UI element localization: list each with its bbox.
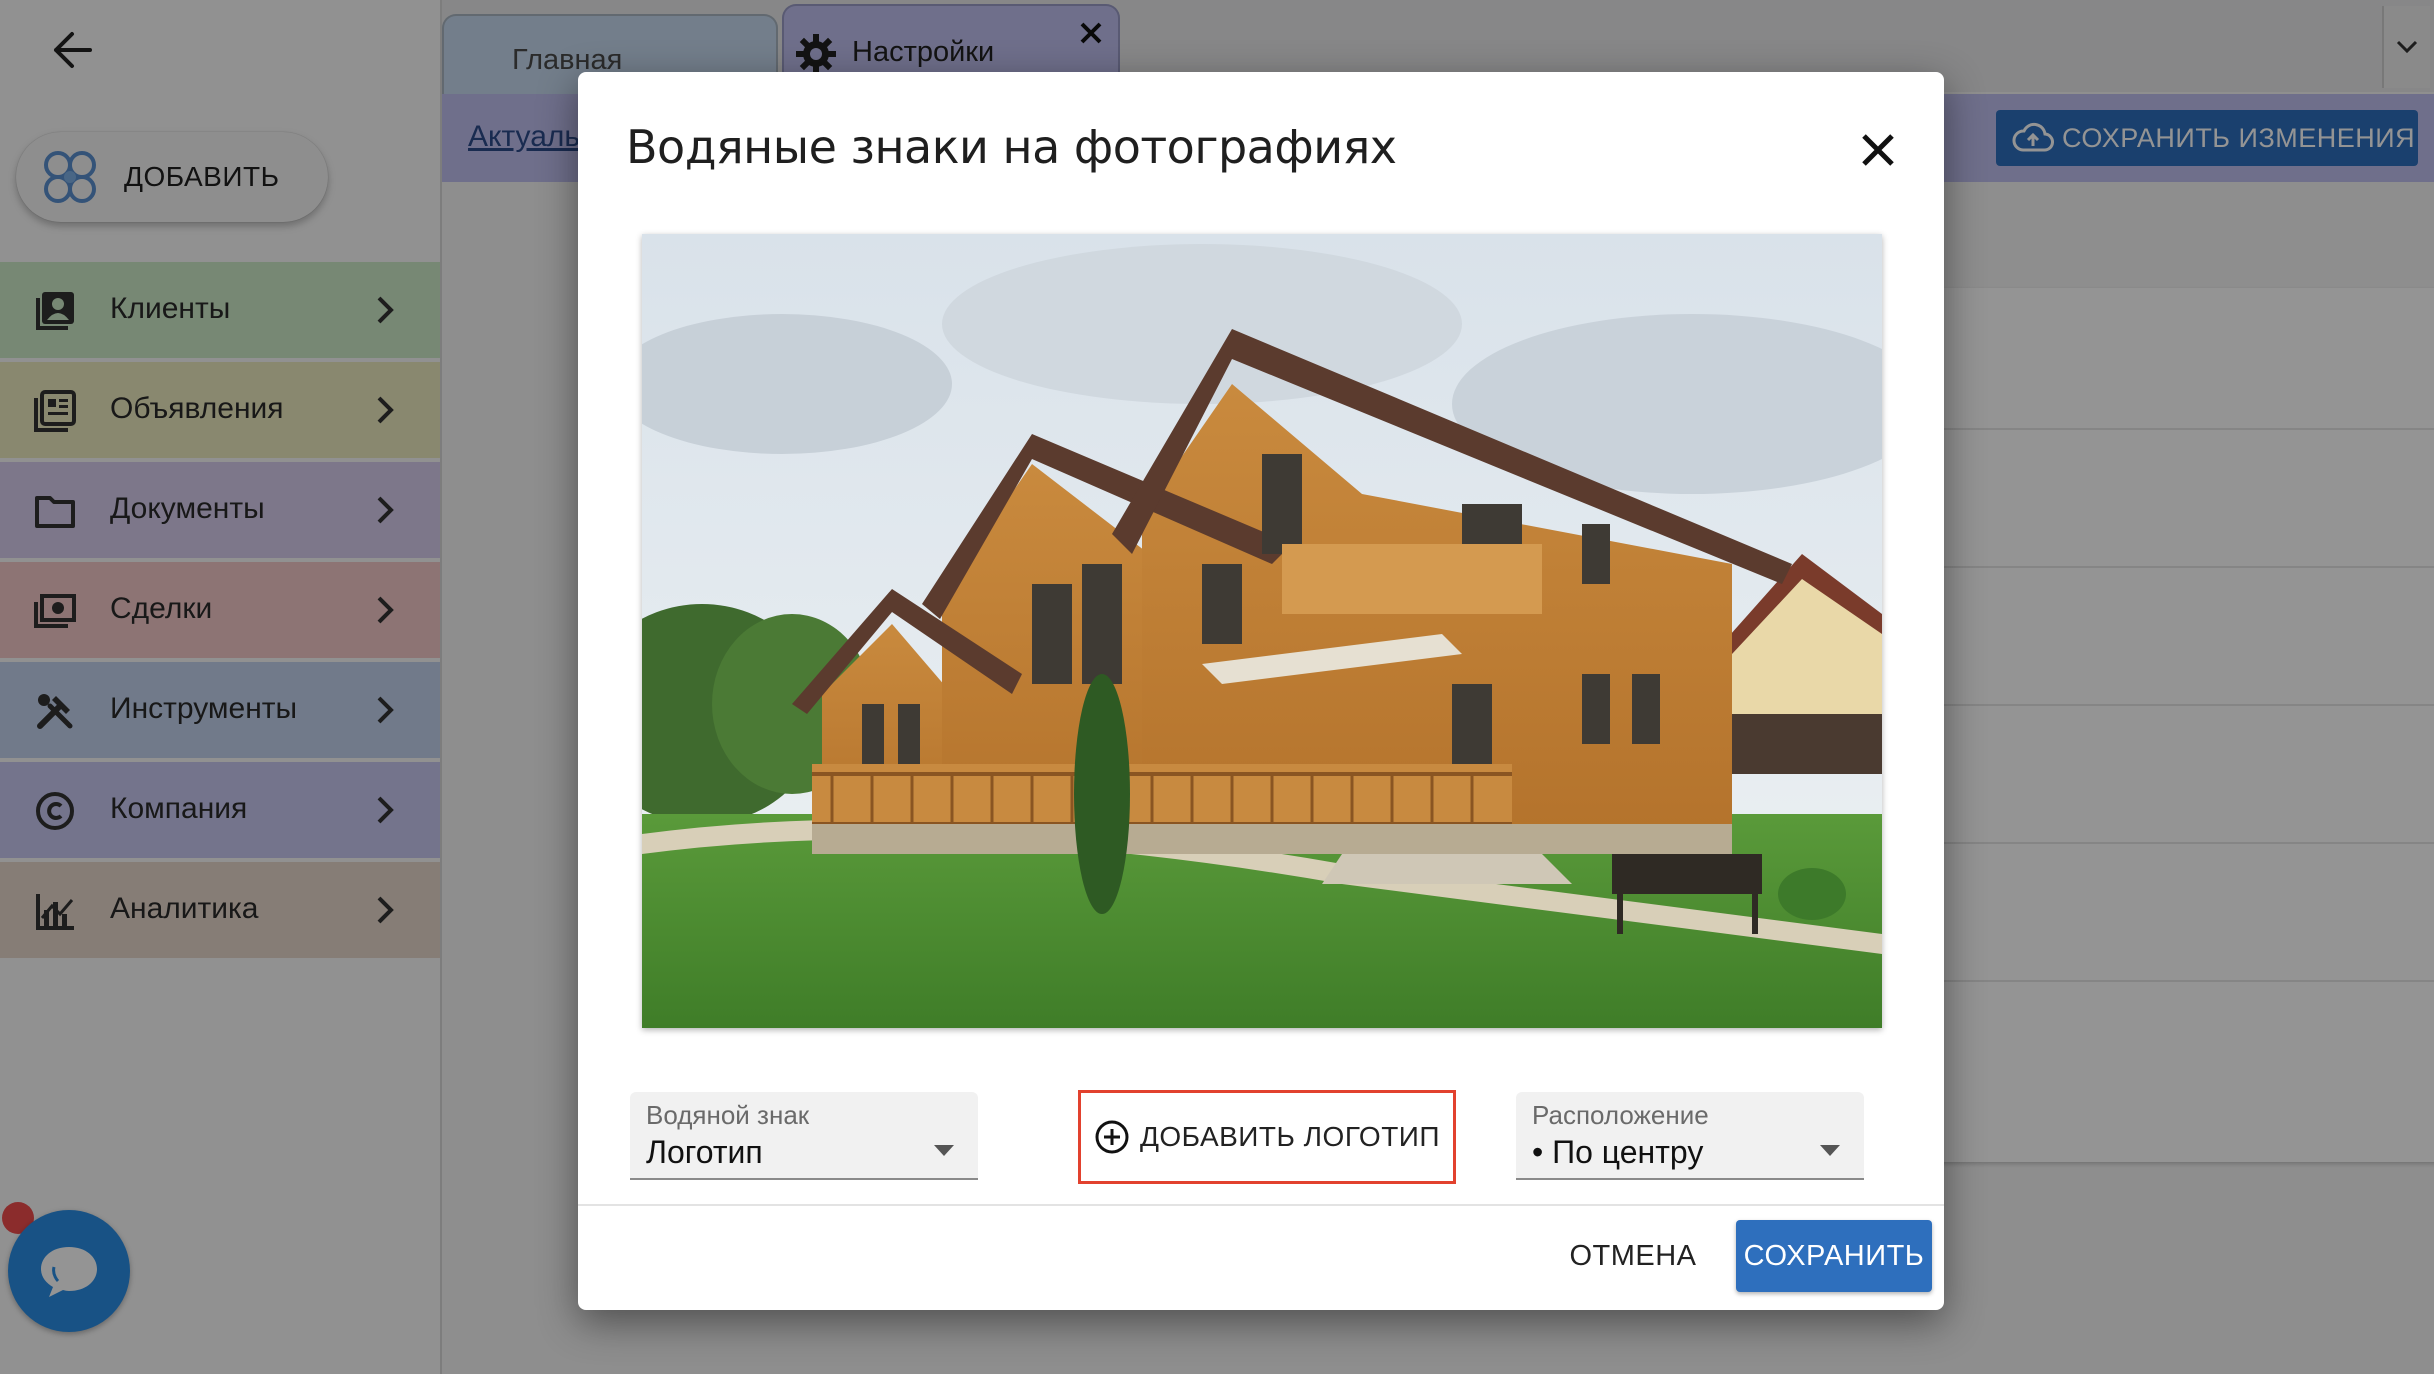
cancel-button[interactable]: ОТМЕНА [1558, 1220, 1708, 1292]
watermark-dialog: Водяные знаки на фотографиях Водяной зна… [578, 72, 1944, 1310]
save-button[interactable]: СОХРАНИТЬ [1736, 1220, 1932, 1292]
dropdown-arrow-icon [934, 1145, 954, 1156]
add-logo-button[interactable]: ДОБАВИТЬ ЛОГОТИП [1078, 1090, 1456, 1184]
watermark-select-label: Водяной знак [646, 1100, 810, 1130]
dialog-title: Водяные знаки на фотографиях [626, 120, 1397, 174]
watermark-select[interactable]: Водяной знак Логотип [630, 1092, 978, 1180]
position-select-value: • По центру [1532, 1134, 1704, 1170]
dialog-divider [578, 1204, 1944, 1206]
preview-photo [642, 234, 1882, 1028]
position-select[interactable]: Расположение • По центру [1516, 1092, 1864, 1180]
position-select-label: Расположение [1532, 1100, 1709, 1130]
dropdown-arrow-icon [1820, 1145, 1840, 1156]
add-circle-icon [1095, 1120, 1129, 1154]
watermark-select-value: Логотип [646, 1134, 763, 1170]
close-icon[interactable] [1854, 126, 1902, 174]
add-logo-label: ДОБАВИТЬ ЛОГОТИП [1139, 1121, 1441, 1152]
